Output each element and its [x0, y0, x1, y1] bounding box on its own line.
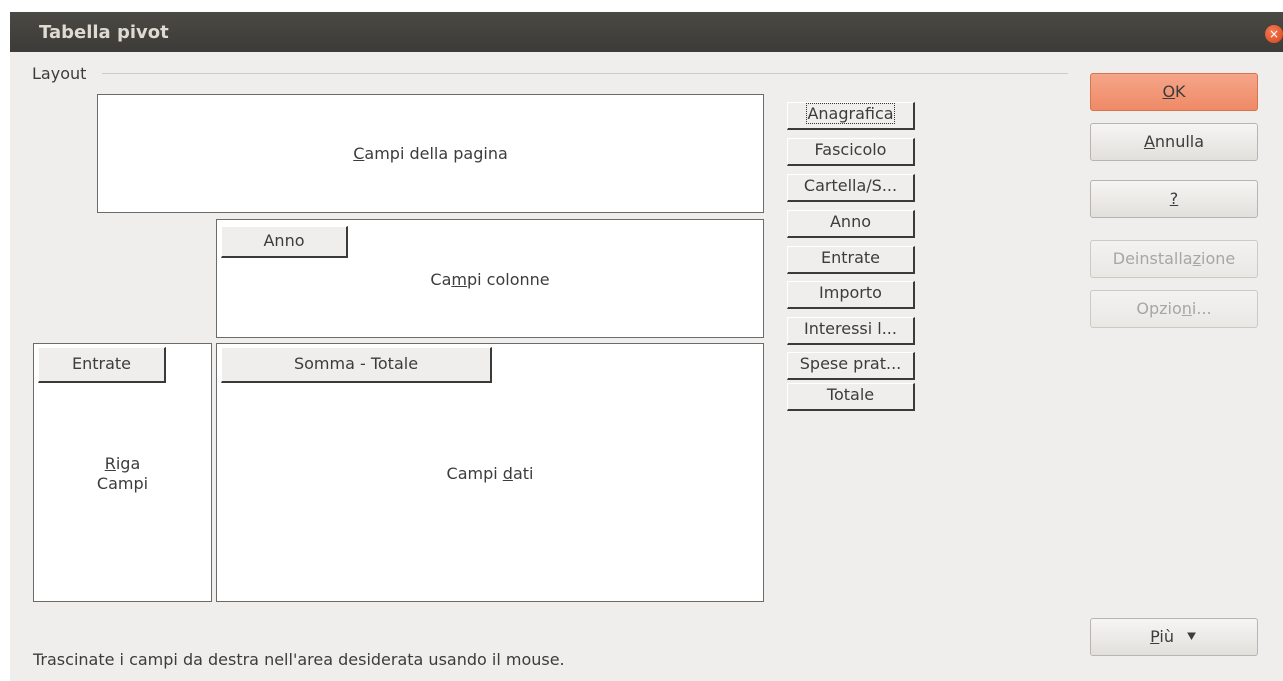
double-chevron-down-icon: ⯆ — [1185, 627, 1198, 646]
data-fields-area[interactable]: Somma - Totale Campi dati — [216, 343, 764, 602]
column-fields-area[interactable]: Campi colonne Anno — [216, 219, 764, 338]
help-button[interactable]: ? — [1090, 180, 1258, 218]
page-fields-area[interactable]: Campi della pagina — [97, 94, 764, 213]
field-anagrafica[interactable]: Anagrafica — [787, 102, 915, 130]
more-button[interactable]: Più ⯆ — [1090, 618, 1258, 656]
field-anno[interactable]: Anno — [787, 210, 915, 238]
field-cartella[interactable]: Cartella/S... — [787, 174, 915, 202]
field-interessi[interactable]: Interessi l... — [787, 317, 915, 345]
layout-frame-line — [102, 73, 1068, 74]
row-fields-label: Riga Campi — [96, 454, 149, 493]
ok-button[interactable]: OK — [1090, 73, 1258, 111]
close-icon[interactable]: × — [1265, 25, 1283, 43]
field-totale[interactable]: Totale — [787, 383, 915, 411]
row-field-entrate[interactable]: Entrate — [38, 347, 166, 383]
data-fields-label: Campi dati — [446, 464, 534, 483]
column-field-anno[interactable]: Anno — [221, 226, 348, 258]
field-spese-prat[interactable]: Spese prat... — [787, 352, 915, 380]
data-field-somma-totale[interactable]: Somma - Totale — [221, 347, 492, 383]
title-bar: Tabella pivot × — [10, 12, 1283, 52]
row-fields-area[interactable]: Entrate Riga Campi — [33, 343, 212, 602]
field-importo[interactable]: Importo — [787, 281, 915, 309]
layout-frame-label: Layout — [32, 64, 87, 83]
window-title: Tabella pivot — [39, 22, 169, 43]
options-button[interactable]: Opzioni... — [1090, 290, 1258, 328]
field-entrate[interactable]: Entrate — [787, 246, 915, 274]
page-fields-label: Campi della pagina — [353, 144, 508, 163]
column-fields-label: Campi colonne — [430, 270, 550, 289]
cancel-button[interactable]: Annulla — [1090, 123, 1258, 161]
field-fascicolo[interactable]: Fascicolo — [787, 138, 915, 166]
drag-hint-text: Trascinate i campi da destra nell'area d… — [33, 650, 565, 669]
uninstall-button[interactable]: Deinstallazione — [1090, 240, 1258, 278]
pivot-table-dialog: Tabella pivot × Layout Campi della pagin… — [10, 12, 1283, 681]
